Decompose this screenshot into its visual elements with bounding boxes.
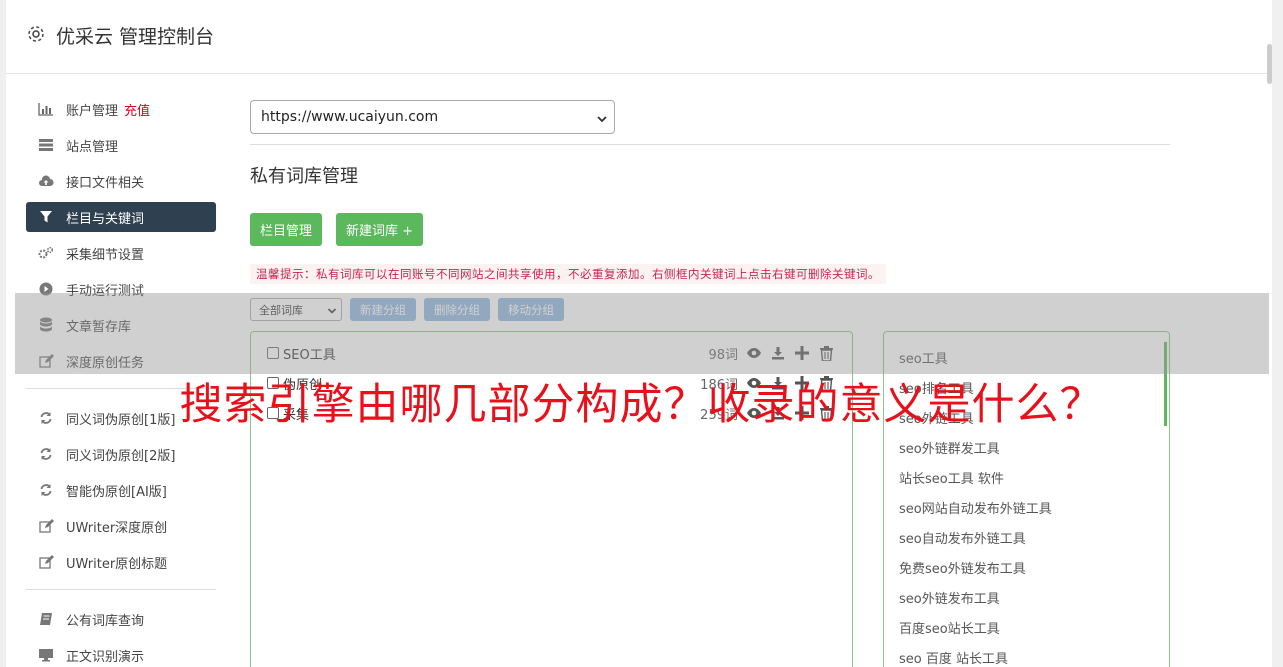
sidebar-item-label: 智能伪原创[AI版] <box>66 484 167 500</box>
new-lexicon-button[interactable]: 新建词库 + <box>336 213 424 246</box>
sidebar-item-label: 账户管理 <box>66 103 119 119</box>
keyword-item[interactable]: seo自动发布外链工具 <box>884 522 1169 552</box>
sidebar-item-label: 栏目与关键词 <box>66 211 145 227</box>
overlay-headline: 搜索引擎由哪几部分构成？收录的意义是什么？ <box>179 380 1104 430</box>
page-scrollbar[interactable] <box>1267 44 1272 84</box>
divider <box>250 144 1170 145</box>
sidebar-item-text-recognition[interactable]: 正文识别演示 <box>26 640 216 667</box>
sidebar-item-label: 采集细节设置 <box>66 247 145 263</box>
sidebar-item-label: 同义词伪原创[2版] <box>66 448 176 464</box>
action-buttons: 栏目管理 新建词库 + <box>250 213 1170 246</box>
page-title: 私有词库管理 <box>250 166 358 187</box>
sidebar-item-label: 接口文件相关 <box>66 175 145 191</box>
main-content: https://www.ucaiyun.com 私有词库管理 栏目管理 新建词库… <box>250 100 1170 667</box>
sidebar-item-ai-rewrite[interactable]: 智能伪原创[AI版] <box>26 475 216 505</box>
recharge-link[interactable]: 充值 <box>124 100 150 119</box>
server-icon <box>38 137 54 153</box>
sidebar-item-sites[interactable]: 站点管理 <box>26 130 216 160</box>
bar-chart-icon <box>38 101 54 117</box>
sidebar-item-synonym-v2[interactable]: 同义词伪原创[2版] <box>26 439 216 469</box>
gears-icon <box>38 245 54 261</box>
gear-icon <box>26 24 46 44</box>
keyword-item[interactable]: seo外链群发工具 <box>884 432 1169 462</box>
sidebar-item-label: 正文识别演示 <box>66 649 145 665</box>
keyword-item[interactable]: 站长seo工具 软件 <box>884 462 1169 492</box>
site-select[interactable]: https://www.ucaiyun.com <box>250 100 615 134</box>
filter-icon <box>38 209 54 225</box>
cloud-upload-icon <box>38 173 54 189</box>
tip-text: 温馨提示：私有词库可以在同账号不同网站之间共享使用，不必重复添加。右侧框内关键词… <box>250 264 886 284</box>
keyword-item[interactable]: 免费seo外链发布工具 <box>884 552 1169 582</box>
header: 优采云 管理控制台 <box>6 0 1272 74</box>
keyword-item[interactable]: seo 百度 站长工具 <box>884 642 1169 667</box>
chevron-down-icon <box>596 112 608 128</box>
sidebar-item-columns-keywords[interactable]: 栏目与关键词 <box>26 202 216 232</box>
sidebar-item-collect-settings[interactable]: 采集细节设置 <box>26 238 216 268</box>
app-title: 优采云 管理控制台 <box>56 26 215 48</box>
sidebar-item-label: UWriter原创标题 <box>66 556 168 572</box>
column-manage-button[interactable]: 栏目管理 <box>250 213 323 246</box>
keyword-item[interactable]: 百度seo站长工具 <box>884 612 1169 642</box>
sidebar-item-label: 站点管理 <box>66 139 119 155</box>
sidebar-divider <box>26 589 216 590</box>
refresh-icon <box>38 446 54 462</box>
sidebar-item-label: UWriter深度原创 <box>66 520 168 536</box>
sidebar-item-uwriter-original[interactable]: UWriter深度原创 <box>26 511 216 541</box>
site-select-value: https://www.ucaiyun.com <box>261 109 439 125</box>
book-icon <box>38 611 54 627</box>
keyword-item[interactable]: seo网站自动发布外链工具 <box>884 492 1169 522</box>
edit-icon <box>38 518 54 534</box>
sidebar-item-label: 公有词库查询 <box>66 613 145 629</box>
sidebar-item-uwriter-title[interactable]: UWriter原创标题 <box>26 547 216 577</box>
monitor-icon <box>38 647 54 663</box>
sidebar-item-interface[interactable]: 接口文件相关 <box>26 166 216 196</box>
edit-icon <box>38 554 54 570</box>
sidebar-item-account[interactable]: 账户管理 充值 <box>26 94 216 124</box>
refresh-icon <box>38 482 54 498</box>
sidebar-item-public-lexicon[interactable]: 公有词库查询 <box>26 604 216 634</box>
overlay-band <box>15 293 1269 374</box>
keyword-item[interactable]: seo外链发布工具 <box>884 582 1169 612</box>
